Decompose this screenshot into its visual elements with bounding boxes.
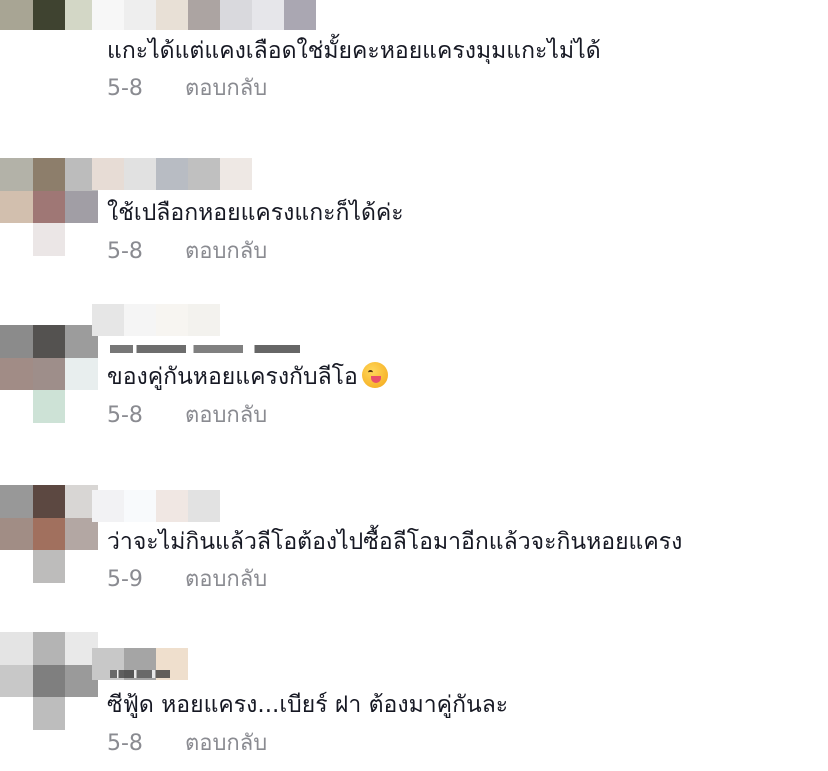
username[interactable]	[92, 158, 252, 190]
comment-meta: 5-8 ตอบกลับ	[107, 730, 267, 758]
reply-button[interactable]: ตอบกลับ	[185, 238, 267, 266]
avatar[interactable]	[0, 158, 98, 256]
comment-text-content: ซีฟู้ด หอยแครง...เบียร์ ฝา ต้องมาคู่กันล…	[107, 692, 509, 718]
comment-text: ว่าจะไม่กินแล้วลีโอต้องไปซื้อลีโอมาอีกแล…	[107, 527, 682, 557]
comment-text-content: ใช้เปลือกหอยแครงแกะก็ได้ค่ะ	[107, 200, 404, 226]
avatar[interactable]	[0, 0, 98, 63]
comment-text-content: ของคู่กันหอยแครงกับลีโอ	[107, 364, 358, 390]
comment-date: 5-8	[107, 403, 143, 428]
comment-date: 5-8	[107, 239, 143, 264]
comment-meta: 5-9 ตอบกลับ	[107, 566, 267, 594]
face-savoring-food-emoji-icon	[361, 362, 388, 388]
avatar[interactable]	[0, 325, 98, 423]
username[interactable]	[92, 304, 220, 336]
reply-button[interactable]: ตอบกลับ	[185, 75, 267, 103]
comment-text: แกะได้แต่แคงเลือดใช่มั้ยคะหอยแครงมุมแกะไ…	[107, 36, 601, 66]
reply-button[interactable]: ตอบกลับ	[185, 402, 267, 430]
reply-button[interactable]: ตอบกลับ	[185, 566, 267, 594]
comment-text-content: แกะได้แต่แคงเลือดใช่มั้ยคะหอยแครงมุมแกะไ…	[107, 38, 601, 64]
reply-button[interactable]: ตอบกลับ	[185, 730, 267, 758]
truncated-text-line	[110, 345, 300, 353]
avatar[interactable]	[0, 485, 98, 583]
comment-date: 5-8	[107, 76, 143, 101]
comment-text: ของคู่กันหอยแครงกับลีโอ	[107, 362, 388, 392]
comment-meta: 5-8 ตอบกลับ	[107, 75, 267, 103]
comment-text: ใช้เปลือกหอยแครงแกะก็ได้ค่ะ	[107, 198, 404, 228]
avatar[interactable]	[0, 632, 98, 730]
username[interactable]	[92, 0, 316, 30]
comment-text-content: ว่าจะไม่กินแล้วลีโอต้องไปซื้อลีโอมาอีกแล…	[107, 529, 683, 555]
comment-date: 5-8	[107, 731, 143, 756]
comment-date: 5-9	[107, 567, 143, 592]
comment-text: ซีฟู้ด หอยแครง...เบียร์ ฝา ต้องมาคู่กันล…	[107, 690, 508, 720]
comment-meta: 5-8 ตอบกลับ	[107, 238, 267, 266]
truncated-text-line	[110, 670, 170, 678]
username[interactable]	[92, 490, 220, 522]
comment-meta: 5-8 ตอบกลับ	[107, 402, 267, 430]
